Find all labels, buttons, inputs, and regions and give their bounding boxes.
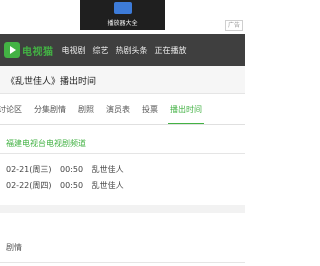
- channel-name[interactable]: 福建电视台电视剧频道: [6, 138, 86, 149]
- divider: [0, 262, 245, 263]
- tab-discussion[interactable]: 讨论区: [0, 95, 28, 124]
- tab-air-time[interactable]: 播出时间: [164, 95, 208, 124]
- nav-item-hot-headlines[interactable]: 热剧头条: [116, 45, 148, 56]
- schedule-row: 02-22(周四) 00:50 乱世佳人: [6, 180, 130, 191]
- plot-section-heading[interactable]: 剧情: [6, 242, 22, 253]
- schedule-show: 乱世佳人: [91, 181, 124, 190]
- nav-item-now-playing[interactable]: 正在播放: [155, 45, 187, 56]
- ad-banner[interactable]: 播放器大全 广告: [0, 0, 245, 34]
- tab-cast[interactable]: 演员表: [100, 95, 136, 124]
- schedule-time: 00:50: [60, 165, 84, 174]
- section-gap: [0, 205, 245, 213]
- page-title-bar: 《乱世佳人》播出时间: [0, 66, 245, 94]
- schedule-time: 00:50: [60, 181, 84, 190]
- tab-vote[interactable]: 投票: [136, 95, 164, 124]
- schedule-date: 02-21(周三): [6, 165, 52, 174]
- player-app-icon: [114, 2, 132, 14]
- site-logo[interactable]: 电视猫: [4, 42, 54, 58]
- top-navigation: 电视猫 电视剧 综艺 热剧头条 正在播放: [0, 34, 245, 66]
- tab-bar: 讨论区 分集剧情 剧照 演员表 投票 播出时间: [0, 95, 245, 125]
- tv-play-icon: [4, 42, 20, 58]
- ad-caption: 播放器大全: [107, 20, 138, 27]
- tab-stills[interactable]: 剧照: [72, 95, 100, 124]
- tab-episode-synopsis[interactable]: 分集剧情: [28, 95, 72, 124]
- nav-item-variety[interactable]: 综艺: [93, 45, 109, 56]
- nav-item-tv-series[interactable]: 电视剧: [62, 45, 86, 56]
- schedule-row: 02-21(周三) 00:50 乱世佳人: [6, 164, 130, 175]
- divider: [0, 153, 245, 154]
- schedule-show: 乱世佳人: [91, 165, 124, 174]
- ad-image[interactable]: 播放器大全: [80, 0, 165, 30]
- page-title: 《乱世佳人》播出时间: [6, 77, 97, 87]
- schedule-date: 02-22(周四): [6, 181, 52, 190]
- logo-text: 电视猫: [22, 46, 54, 58]
- ad-badge: 广告: [224, 20, 243, 31]
